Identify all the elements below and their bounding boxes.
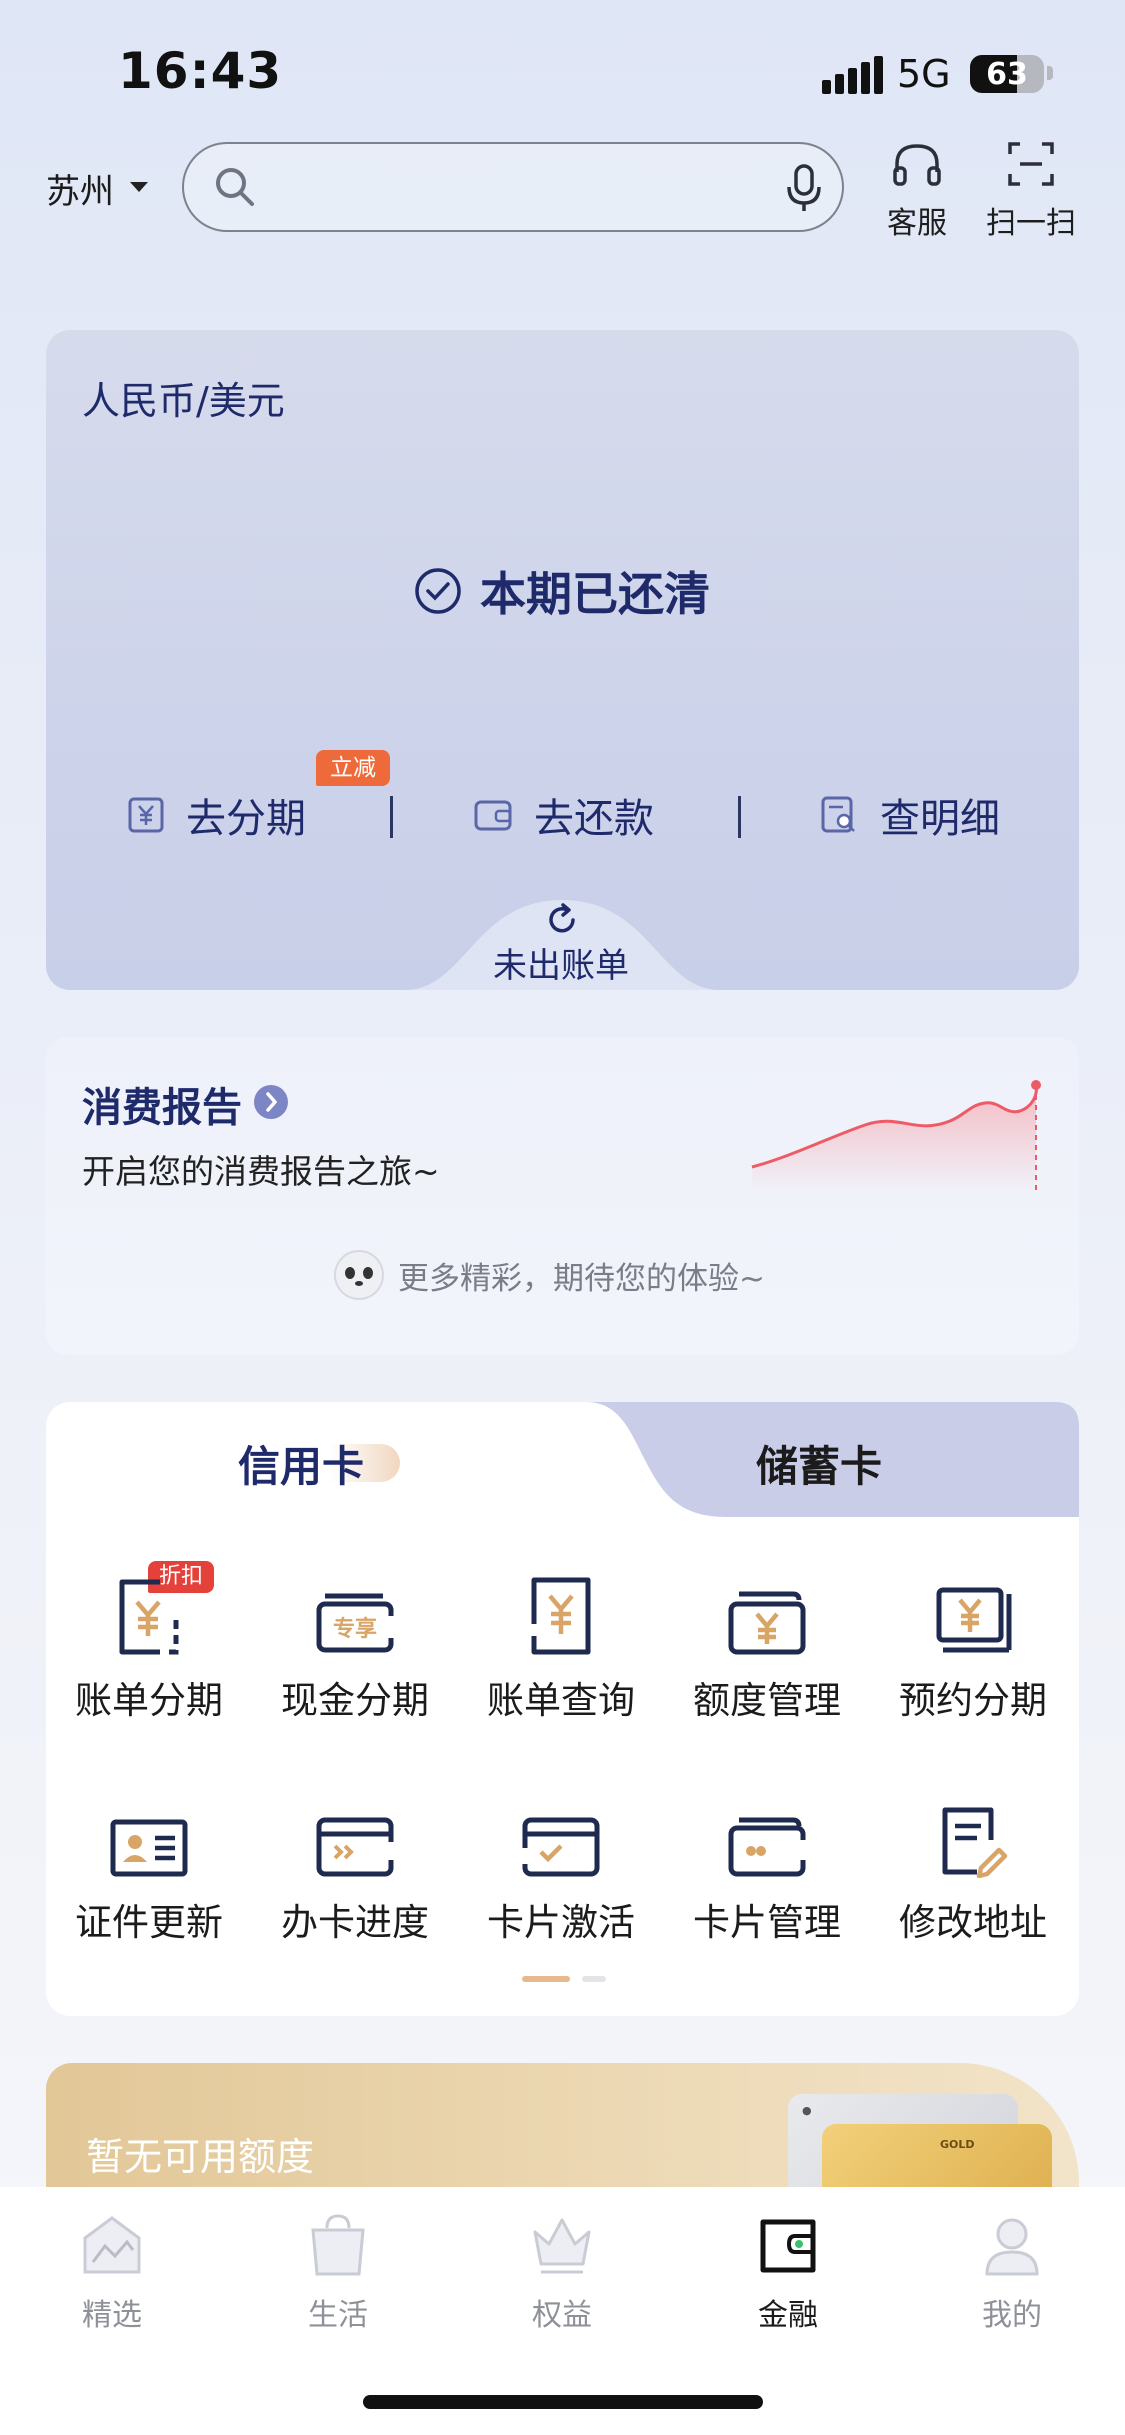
service-card-manage[interactable]: 卡片管理 <box>664 1788 870 1946</box>
status-time: 16:43 <box>118 42 283 100</box>
limit-manage-icon <box>664 1566 870 1656</box>
customer-service-button[interactable]: 客服 <box>862 140 972 242</box>
tab-debit-card[interactable]: 储蓄卡 <box>756 1433 882 1494</box>
service-card-progress[interactable]: 办卡进度 <box>252 1788 458 1946</box>
card-tier-label: GOLD <box>940 2138 975 2151</box>
service-label: 卡片管理 <box>693 1901 841 1944</box>
installment-action[interactable]: 去分期 <box>128 786 306 844</box>
currency-label: 人民币/美元 <box>82 379 285 423</box>
discount-badge: 立减 <box>316 750 390 786</box>
repay-label: 去还款 <box>534 796 654 842</box>
service-label: 现金分期 <box>281 1679 429 1722</box>
yuan-icon <box>128 797 164 833</box>
bill-installment-icon <box>46 1566 252 1656</box>
panda-icon <box>334 1250 384 1300</box>
report-subtitle: 开启您的消费报告之旅~ <box>82 1152 440 1191</box>
service-label: 账单分期 <box>75 1679 223 1722</box>
reserve-installment-icon <box>870 1566 1076 1656</box>
home-indicator[interactable] <box>363 2395 763 2409</box>
battery-tip <box>1047 66 1053 80</box>
customer-service-label: 客服 <box>887 206 947 241</box>
id-update-icon <box>46 1788 252 1878</box>
card-progress-icon <box>252 1788 458 1878</box>
tab-label: 我的 <box>982 2298 1042 2333</box>
unbilled-tab[interactable]: 未出账单 <box>436 938 686 987</box>
installment-label: 去分期 <box>186 796 306 842</box>
wallet-icon <box>474 800 512 831</box>
card-activate-icon <box>458 1788 664 1878</box>
page-dot <box>582 1976 606 1982</box>
tab-profile[interactable]: 我的 <box>932 2212 1092 2334</box>
service-reserve-installment[interactable]: 预约分期 <box>870 1566 1076 1724</box>
battery-icon: 63 <box>970 55 1044 93</box>
refresh-icon[interactable] <box>544 902 580 942</box>
service-card-activate[interactable]: 卡片激活 <box>458 1788 664 1946</box>
check-circle-icon <box>415 568 461 614</box>
tab-life[interactable]: 生活 <box>258 2212 418 2334</box>
document-search-icon <box>821 796 855 833</box>
service-label: 证件更新 <box>75 1901 223 1944</box>
chevron-right-icon[interactable] <box>254 1085 288 1119</box>
featured-icon <box>32 2212 192 2282</box>
service-bill-query[interactable]: 账单查询 <box>458 1566 664 1724</box>
service-label: 额度管理 <box>693 1679 841 1722</box>
divider <box>390 796 393 838</box>
search-icon <box>214 166 256 212</box>
life-icon <box>258 2212 418 2282</box>
scan-label: 扫一扫 <box>986 206 1076 241</box>
tab-label: 生活 <box>308 2298 368 2333</box>
service-cash-installment[interactable]: 专享 现金分期 <box>252 1566 458 1724</box>
edit-address-icon <box>870 1788 1076 1878</box>
rights-icon <box>482 2212 642 2282</box>
cash-installment-icon: 专享 <box>252 1566 458 1656</box>
profile-icon <box>932 2212 1092 2282</box>
service-label: 办卡进度 <box>281 1901 429 1944</box>
microphone-icon[interactable] <box>784 163 824 217</box>
details-action[interactable]: 查明细 <box>820 786 1000 844</box>
bill-status: 本期已还清 <box>414 558 710 624</box>
repay-action[interactable]: 去还款 <box>474 786 654 844</box>
headset-icon <box>862 140 972 192</box>
battery-level: 63 <box>986 57 1028 92</box>
bill-status-text: 本期已还清 <box>480 567 710 621</box>
tab-finance[interactable]: 金融 <box>708 2212 868 2334</box>
service-label: 卡片激活 <box>487 1901 635 1944</box>
search-input[interactable] <box>182 142 844 232</box>
scan-icon <box>976 140 1086 192</box>
service-label: 预约分期 <box>899 1679 1047 1722</box>
finance-icon <box>708 2212 868 2282</box>
tab-featured[interactable]: 精选 <box>32 2212 192 2334</box>
city-selector[interactable]: 苏州 <box>46 164 114 213</box>
tab-label: 精选 <box>82 2298 142 2333</box>
service-id-update[interactable]: 证件更新 <box>46 1788 252 1946</box>
report-more: 更多精彩，期待您的体验~ <box>334 1250 765 1300</box>
trend-chart-icon <box>751 1080 1041 1193</box>
bill-query-icon <box>458 1566 664 1656</box>
service-limit-manage[interactable]: 额度管理 <box>664 1566 870 1724</box>
service-label: 账单查询 <box>487 1679 635 1722</box>
promo-text: 暂无可用额度 <box>86 2135 315 2179</box>
card-manage-icon <box>664 1788 870 1878</box>
tab-credit-card[interactable]: 信用卡 <box>238 1433 364 1494</box>
svg-text:专享: 专享 <box>333 1616 377 1642</box>
network-type: 5G <box>897 52 951 96</box>
service-edit-address[interactable]: 修改地址 <box>870 1788 1076 1946</box>
details-label: 查明细 <box>880 796 1000 842</box>
report-more-text: 更多精彩，期待您的体验~ <box>398 1260 765 1297</box>
service-bill-installment[interactable]: 账单分期 <box>46 1566 252 1724</box>
tab-label: 权益 <box>532 2298 592 2333</box>
tab-label: 金融 <box>758 2298 818 2333</box>
cellular-signal-icon <box>822 56 883 94</box>
caret-down-icon[interactable] <box>130 182 148 192</box>
service-label: 修改地址 <box>899 1901 1047 1944</box>
divider <box>738 796 741 838</box>
card-tab-bar <box>586 1402 1079 1517</box>
scan-button[interactable]: 扫一扫 <box>976 140 1086 242</box>
report-title[interactable]: 消费报告 <box>82 1075 242 1133</box>
page-dot-active <box>522 1976 570 1982</box>
tab-rights[interactable]: 权益 <box>482 2212 642 2334</box>
